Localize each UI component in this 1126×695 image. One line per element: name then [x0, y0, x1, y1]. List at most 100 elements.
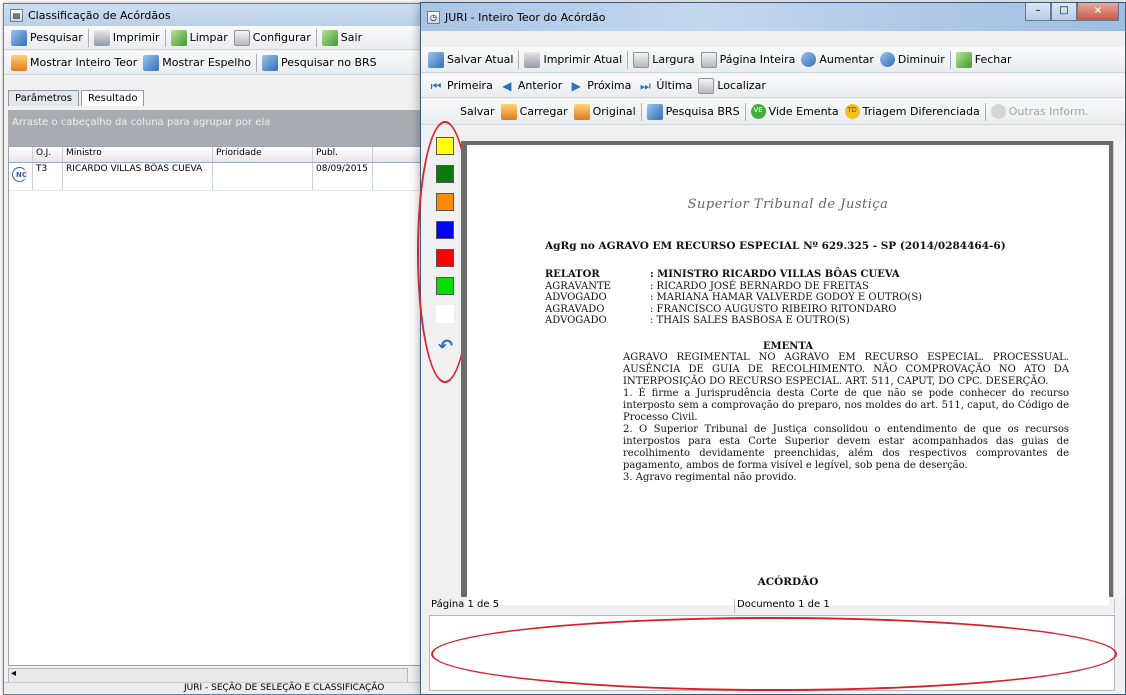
anterior-button[interactable]: ◀ Anterior	[496, 76, 565, 96]
mostrar-espelho-button[interactable]: Mostrar Espelho	[140, 53, 254, 73]
search-icon	[262, 54, 279, 71]
imprimir-button[interactable]: Imprimir	[91, 28, 163, 48]
party-name: : MINISTRO RICARDO VILLAS BÔAS CUEVA	[650, 269, 900, 280]
largura-button[interactable]: Largura	[630, 50, 697, 70]
table-row[interactable]: NC T3 RICARDO VILLAS BÔAS CUEVA 08/09/20…	[9, 163, 423, 191]
separator	[87, 28, 89, 47]
search-icon	[646, 103, 663, 120]
document-icon	[11, 54, 27, 71]
diminuir-button[interactable]: Diminuir	[877, 50, 948, 70]
party-name: : MARIANA HAMAR VALVERDE GODOY E OUTRO(S…	[650, 292, 923, 303]
row-badge-cell: NC	[9, 163, 33, 190]
localizar-button[interactable]: Localizar	[695, 76, 769, 96]
ementa-item: 1. É firme a Jurisprudência desta Corte …	[623, 388, 1069, 423]
pesquisar-brs-button[interactable]: Pesquisar no BRS	[259, 53, 380, 73]
primeira-button[interactable]: ⏮ Primeira	[425, 76, 496, 96]
classificacao-window: ▤ Classificação de Acórdãos Pesquisar Im…	[3, 3, 431, 695]
ementa-item: 3. Agravo regimental não provido.	[623, 472, 797, 483]
limpar-button[interactable]: Limpar	[168, 28, 231, 48]
app-icon: ▤	[10, 8, 23, 22]
close-icon[interactable]: ×	[1077, 3, 1119, 21]
configurar-button[interactable]: Configurar	[231, 28, 314, 48]
scroll-left-icon[interactable]: ◂	[11, 668, 16, 679]
party-name: : FRANCISCO AUGUSTO RIBEIRO RITONDARO	[650, 303, 897, 315]
window-title: JURI - Inteiro Teor do Acórdão	[445, 10, 606, 24]
vertical-scrollbar[interactable]	[1113, 141, 1125, 597]
status-text: JURI - SEÇÃO DE SELEÇÃO E CLASSIFICAÇÃO	[184, 683, 385, 693]
cell-ministro: RICARDO VILLAS BÔAS CUEVA	[63, 163, 213, 190]
search-icon	[11, 29, 27, 46]
group-panel[interactable]: Arraste o cabeçalho da coluna para agrup…	[8, 110, 424, 146]
fechar-button[interactable]: Fechar	[953, 50, 1015, 70]
party-row: ADVOGADO: MARIANA HAMAR VALVERDE GODOY E…	[545, 292, 922, 304]
fit-width-icon	[633, 51, 650, 68]
maximize-icon[interactable]: □	[1051, 3, 1077, 21]
window-title: Classificação de Acórdãos	[28, 8, 171, 22]
zoom-out-icon	[879, 52, 895, 67]
folder-open-icon	[500, 103, 517, 120]
separator	[315, 28, 317, 47]
carregar-button[interactable]: Carregar	[498, 102, 571, 122]
pagina-inteira-button[interactable]: Página Inteira	[698, 50, 799, 70]
previous-icon: ◀	[502, 78, 512, 93]
window-controls: – □ ×	[1025, 3, 1119, 21]
imprimir-atual-button[interactable]: Imprimir Atual	[521, 50, 625, 70]
ementa-heading: EMENTA	[762, 341, 814, 352]
salvar-button[interactable]: Salvar	[457, 102, 498, 122]
ementa-body: AGRAVO REGIMENTAL NO AGRAVO EM RECURSO E…	[623, 352, 1069, 484]
aumentar-button[interactable]: Aumentar	[798, 50, 877, 70]
minimize-icon[interactable]: –	[1025, 3, 1051, 21]
tab-parametros[interactable]: Parâmetros	[8, 90, 79, 106]
parties-list: RELATOR : MINISTRO RICARDO VILLAS BÔAS CU…	[545, 269, 922, 327]
ementa-head: AGRAVO REGIMENTAL NO AGRAVO EM RECURSO E…	[623, 352, 1069, 387]
col-header-ministro[interactable]: Ministro	[63, 147, 213, 162]
mostrar-inteiro-teor-button[interactable]: Mostrar Inteiro Teor	[8, 53, 140, 73]
toolbar-secondary: Mostrar Inteiro Teor Mostrar Espelho Pes…	[4, 51, 430, 75]
pesquisar-button[interactable]: Pesquisar	[8, 28, 86, 48]
party-name: : RICARDO JOSÉ BERNARDO DE FREITAS	[650, 280, 869, 292]
col-header-prioridade[interactable]: Prioridade	[213, 147, 313, 162]
cell-oj: T3	[33, 163, 63, 190]
info-badge-icon	[990, 104, 1006, 119]
vide-ementa-button[interactable]: VE Vide Ementa	[748, 102, 842, 122]
party-row: AGRAVADO : FRANCISCO AUGUSTO RIBEIRO RITO…	[545, 304, 922, 316]
separator	[640, 102, 642, 121]
party-row: AGRAVANTE: RICARDO JOSÉ BERNARDO DE FREI…	[545, 281, 922, 293]
outras-inform-button[interactable]: Outras Inform.	[988, 102, 1092, 122]
document-indicator: Documento 1 de 1	[735, 599, 1115, 613]
first-page-icon: ⏮	[430, 78, 442, 93]
annotation-oval-notes	[431, 617, 1117, 691]
zoom-in-icon	[801, 52, 817, 67]
sair-button[interactable]: Sair	[319, 28, 365, 48]
viewer-status-bar: Página 1 de 5 Documento 1 de 1	[429, 599, 1119, 613]
exit-icon	[955, 51, 972, 68]
tab-strip: Parâmetros Resultado	[8, 90, 145, 106]
next-icon: ▶	[571, 78, 581, 93]
ementa-item: 2. O Superior Tribunal de Justiça consol…	[623, 424, 1069, 471]
pesquisa-brs-button[interactable]: Pesquisa BRS	[644, 102, 743, 122]
triagem-diferenciada-button[interactable]: TD Triagem Diferenciada	[842, 102, 983, 122]
original-button[interactable]: Original	[571, 102, 639, 122]
td-badge-icon: TD	[844, 104, 860, 119]
party-role: AGRAVADO	[545, 303, 605, 315]
separator	[984, 102, 986, 121]
party-role: RELATOR	[545, 269, 600, 280]
court-heading: Superior Tribunal de Justiça	[687, 197, 889, 212]
case-title: AgRg no AGRAVO EM RECURSO ESPECIAL Nº 62…	[545, 240, 1006, 252]
tools-icon	[233, 29, 250, 46]
col-header-oj[interactable]: O.J.	[33, 147, 63, 162]
exit-icon	[321, 29, 338, 46]
col-header-badge[interactable]	[9, 147, 33, 162]
mirror-doc-icon	[143, 54, 160, 71]
col-header-publ[interactable]: Publ.	[313, 147, 373, 162]
separator	[744, 102, 746, 121]
tab-resultado[interactable]: Resultado	[80, 90, 145, 106]
app-icon: ◷	[427, 10, 440, 24]
party-role: ADVOGADO	[545, 315, 607, 326]
separator	[164, 28, 166, 47]
separator	[627, 50, 629, 69]
nc-badge-icon: NC	[12, 167, 27, 182]
proxima-button[interactable]: ▶ Próxima	[565, 76, 634, 96]
salvar-atual-button[interactable]: Salvar Atual	[425, 50, 516, 70]
ultima-button[interactable]: ⏭ Última	[634, 76, 695, 96]
